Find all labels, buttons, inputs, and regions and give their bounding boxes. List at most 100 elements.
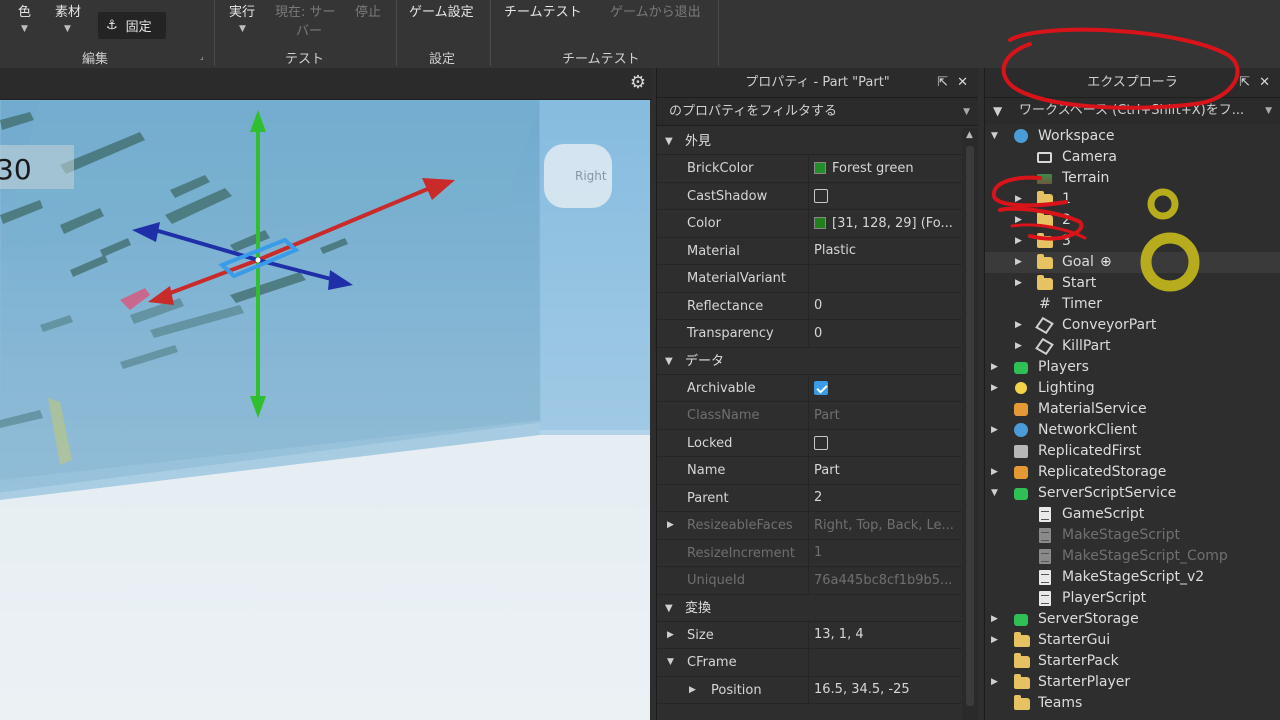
3d-viewport[interactable]: 30 Right [0, 100, 650, 720]
close-icon[interactable]: ✕ [1259, 68, 1270, 98]
expand-icon[interactable]: ▶ [1015, 252, 1022, 273]
tree-node-lighting[interactable]: ▶ Lighting [985, 378, 1280, 399]
run-button[interactable]: 実行 [229, 1, 255, 20]
tree-node-teams[interactable]: Teams [985, 693, 1280, 714]
color-swatch[interactable] [814, 217, 826, 230]
undock-icon[interactable]: ⇱ [1239, 68, 1250, 98]
tree-node-players[interactable]: ▶ Players [985, 357, 1280, 378]
properties-filter-input[interactable]: のプロパティをフィルタする ▼ [657, 98, 978, 126]
prop-row-reflectance[interactable]: Reflectance 0 [657, 292, 963, 320]
material-dropdown-icon[interactable]: ▼ [64, 24, 71, 34]
prop-value[interactable]: 0 [814, 320, 822, 347]
collapse-icon[interactable]: ▼ [665, 348, 673, 375]
prop-row-locked[interactable]: Locked [657, 429, 963, 457]
expand-icon[interactable]: ▶ [991, 609, 998, 630]
prop-row-material[interactable]: Material Plastic [657, 237, 963, 265]
tree-node-makestagescript-comp[interactable]: MakeStageScript_Comp [985, 546, 1280, 567]
expand-icon[interactable]: ▶ [667, 622, 674, 649]
tree-node-startergui[interactable]: ▶ StarterGui [985, 630, 1280, 651]
tree-node-networkclient[interactable]: ▶ NetworkClient [985, 420, 1280, 441]
chevron-down-icon[interactable]: ▼ [1265, 98, 1272, 124]
collapse-icon[interactable]: ▼ [667, 649, 674, 676]
expand-icon[interactable]: ▶ [667, 512, 674, 539]
tree-node-serverstorage[interactable]: ▶ ServerStorage [985, 609, 1280, 630]
viewport-scene[interactable]: 30 Right [0, 100, 650, 720]
tree-node-makestagescript-v2[interactable]: MakeStageScript_v2 [985, 567, 1280, 588]
expand-icon[interactable]: ▶ [1015, 189, 1022, 210]
prop-row-size[interactable]: ▶ Size 13, 1, 4 [657, 621, 963, 649]
expand-icon[interactable]: ▶ [991, 357, 998, 378]
run-dropdown-icon[interactable]: ▼ [239, 24, 246, 34]
material-button[interactable]: 素材 [55, 1, 81, 20]
expand-icon[interactable]: ▶ [1015, 231, 1022, 252]
tree-node-folder-1[interactable]: ▶ 1 [985, 189, 1280, 210]
expand-icon[interactable]: ▶ [1015, 273, 1022, 294]
scroll-up-icon[interactable]: ▲ [966, 130, 973, 140]
scrollbar-thumb[interactable] [966, 146, 974, 706]
prop-row-cframe[interactable]: ▼ CFrame [657, 649, 963, 677]
castshadow-checkbox[interactable] [814, 188, 828, 203]
team-test-button[interactable]: チームテスト [504, 1, 582, 20]
prop-value[interactable]: 13, 1, 4 [814, 622, 864, 649]
collapse-icon[interactable]: ▼ [991, 483, 998, 504]
prop-row-resizeablefaces[interactable]: ▶ ResizeableFaces Right, Top, Back, Le... [657, 512, 963, 540]
collapse-icon[interactable]: ▼ [665, 595, 673, 622]
section-data[interactable]: ▼ データ [657, 347, 963, 375]
color-swatch[interactable] [814, 162, 826, 175]
game-settings-button[interactable]: ゲーム設定 [409, 1, 474, 20]
tree-node-workspace[interactable]: ▼ Workspace [985, 126, 1280, 147]
properties-scrollbar[interactable]: ▲ [962, 128, 978, 720]
tree-node-folder-2[interactable]: ▶ 2 [985, 210, 1280, 231]
expand-icon[interactable]: ▶ [991, 672, 998, 693]
tree-node-replicatedfirst[interactable]: ReplicatedFirst [985, 441, 1280, 462]
expand-icon[interactable]: ▶ [991, 630, 998, 651]
prop-value[interactable]: Forest green [832, 155, 914, 182]
archivable-checkbox[interactable] [814, 380, 828, 395]
section-appearance[interactable]: ▼ 外見 [657, 128, 963, 155]
current-server-button[interactable]: 現在: サー [275, 1, 336, 20]
undock-icon[interactable]: ⇱ [937, 68, 948, 98]
close-icon[interactable]: ✕ [957, 68, 968, 98]
expand-icon[interactable]: ▶ [1015, 315, 1022, 336]
collapse-icon[interactable]: ▼ [991, 126, 998, 147]
filter-icon[interactable]: ▼ [993, 98, 1002, 124]
color-dropdown-icon[interactable]: ▼ [21, 24, 28, 34]
tree-node-folder-3[interactable]: ▶ 3 [985, 231, 1280, 252]
gear-icon[interactable]: ⚙ [630, 72, 646, 93]
prop-row-archivable[interactable]: Archivable [657, 374, 963, 402]
tree-node-playerscript[interactable]: PlayerScript [985, 588, 1280, 609]
expand-icon[interactable]: ▶ [991, 378, 998, 399]
tree-node-start[interactable]: ▶ Start [985, 273, 1280, 294]
edit-group-expand-icon[interactable]: ⌟ [200, 52, 204, 61]
chevron-down-icon[interactable]: ▼ [963, 98, 970, 126]
prop-row-parent[interactable]: Parent 2 [657, 484, 963, 512]
prop-value[interactable]: Part [814, 457, 840, 484]
stop-button[interactable]: 停止 [355, 1, 381, 20]
add-object-icon[interactable]: ⊕ [1100, 252, 1112, 273]
prop-value[interactable]: Plastic [814, 238, 856, 265]
prop-row-transparency[interactable]: Transparency 0 [657, 320, 963, 348]
prop-row-position[interactable]: ▶ Position 16.5, 34.5, -25 [657, 676, 963, 704]
expand-icon[interactable]: ▶ [991, 420, 998, 441]
collapse-icon[interactable]: ▼ [665, 128, 673, 155]
tree-node-goal[interactable]: ▶ Goal ⊕ [985, 252, 1280, 273]
tree-node-makestagescript[interactable]: MakeStageScript [985, 525, 1280, 546]
tree-node-terrain[interactable]: Terrain [985, 168, 1280, 189]
prop-row-name[interactable]: Name Part [657, 457, 963, 485]
tree-node-replicatedstorage[interactable]: ▶ ReplicatedStorage [985, 462, 1280, 483]
expand-icon[interactable]: ▶ [689, 677, 696, 704]
tree-node-starterpack[interactable]: StarterPack [985, 651, 1280, 672]
expand-icon[interactable]: ▶ [991, 462, 998, 483]
prop-value[interactable]: [31, 128, 29] (Fo... [832, 210, 953, 237]
prop-value[interactable]: 16.5, 34.5, -25 [814, 677, 910, 704]
prop-value[interactable]: 2 [814, 485, 822, 512]
locked-checkbox[interactable] [814, 435, 828, 450]
tree-node-killpart[interactable]: ▶ KillPart [985, 336, 1280, 357]
tree-node-gamescript[interactable]: GameScript [985, 504, 1280, 525]
explorer-filter-input[interactable]: ▼ ワークスペース (Ctrl+Shift+X)をフ... ▼ [985, 98, 1280, 124]
section-transform[interactable]: ▼ 変換 [657, 594, 963, 622]
tree-node-camera[interactable]: Camera [985, 147, 1280, 168]
tree-node-materialservice[interactable]: MaterialService [985, 399, 1280, 420]
tree-node-conveyorpart[interactable]: ▶ ConveyorPart [985, 315, 1280, 336]
color-button[interactable]: 色 [18, 1, 31, 20]
